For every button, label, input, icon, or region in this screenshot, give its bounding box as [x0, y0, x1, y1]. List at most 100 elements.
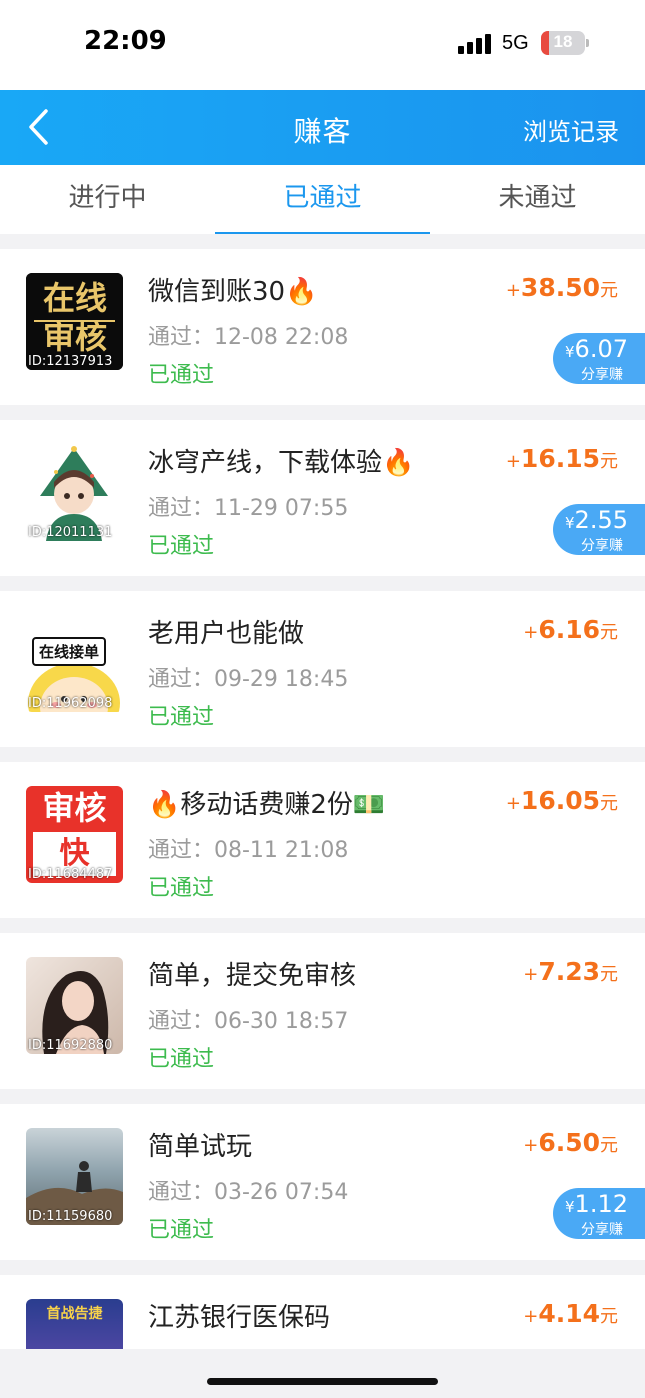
task-title: 微信到账30🔥	[148, 277, 318, 307]
battery-tip	[586, 39, 589, 47]
thumbnail-id: ID:12137913	[28, 354, 113, 369]
passed-time: 通过：08-11 21:08	[148, 838, 349, 863]
thumbnail-id: ID:11159680	[28, 1209, 113, 1224]
reward-unit: 元	[600, 1135, 618, 1156]
reward-amount: +6.50元	[523, 1128, 618, 1157]
share-value: 2.55	[574, 506, 628, 534]
task-title: 江苏银行医保码	[148, 1303, 331, 1333]
reward-unit: 元	[600, 451, 618, 472]
reward-amount: +16.15元	[506, 444, 618, 473]
share-earn-button[interactable]: ¥6.07 分享赚	[553, 333, 645, 384]
reward-value: 6.16	[538, 615, 600, 644]
thumbnail-logo-text: 首战告捷	[46, 1306, 103, 1322]
reward-value: 7.23	[538, 957, 600, 986]
reward-sign: +	[505, 793, 521, 814]
task-thumbnail: ID:12011131	[26, 444, 123, 541]
cellular-signal-icon	[458, 34, 492, 54]
reward-amount: +6.16元	[523, 615, 618, 644]
network-type: 5G	[502, 32, 529, 54]
home-indicator[interactable]	[207, 1378, 438, 1385]
status-label: 已通过	[148, 363, 215, 388]
task-card[interactable]: ID:12011131 冰穹产线，下载体验🔥 通过：11-29 07:55 已通…	[0, 420, 645, 576]
task-card[interactable]: 在线接单 ID:11962098 老用户也能做 通过：09-29 18:45 已…	[0, 591, 645, 747]
share-amount: ¥6.07	[565, 335, 628, 363]
status-label: 已通过	[148, 1047, 215, 1072]
task-title: 冰穹产线，下载体验🔥	[148, 448, 415, 478]
reward-unit: 元	[600, 622, 618, 643]
thumbnail-logo-text: 在线接单	[32, 637, 107, 666]
reward-unit: 元	[600, 280, 618, 301]
task-card[interactable]: ID:11692880 简单，提交免审核 通过：06-30 18:57 已通过 …	[0, 933, 645, 1089]
reward-sign: +	[505, 280, 521, 301]
passed-time: 通过：03-26 07:54	[148, 1180, 349, 1205]
reward-amount: +4.14元	[523, 1299, 618, 1328]
status-label: 已通过	[148, 876, 215, 901]
reward-unit: 元	[600, 964, 618, 985]
share-currency: ¥	[565, 1198, 575, 1216]
share-value: 6.07	[574, 335, 628, 363]
thumbnail-id: ID:11684487	[28, 867, 113, 882]
share-earn-button[interactable]: ¥1.12 分享赚	[553, 1188, 645, 1239]
status-bar: 22:09 5G 18	[0, 0, 645, 90]
share-earn-button[interactable]: ¥2.55 分享赚	[553, 504, 645, 555]
task-card[interactable]: 首战告捷 江苏银行医保码 +4.14元	[0, 1275, 645, 1349]
share-currency: ¥	[565, 514, 575, 532]
thumbnail-id: ID:11692880	[28, 1038, 113, 1053]
task-thumbnail: ID:11692880	[26, 957, 123, 1054]
passed-time: 通过：11-29 07:55	[148, 496, 349, 521]
share-label: 分享赚	[581, 1222, 623, 1238]
reward-value: 38.50	[520, 273, 600, 302]
thumbnail-logo-text: 在线审核	[42, 279, 107, 356]
thumbnail-id: ID:12011131	[28, 525, 113, 540]
share-amount: ¥1.12	[565, 1190, 628, 1218]
task-thumbnail: 审核 快 ID:11684487	[26, 786, 123, 883]
reward-value: 4.14	[538, 1299, 600, 1328]
status-time: 22:09	[84, 26, 167, 56]
task-title: 简单，提交免审核	[148, 961, 357, 991]
task-title: 简单试玩	[148, 1132, 253, 1162]
reward-amount: +7.23元	[523, 957, 618, 986]
task-title: 老用户也能做	[148, 619, 305, 649]
status-label: 已通过	[148, 534, 215, 559]
tab-passed[interactable]: 已通过	[215, 165, 430, 234]
nav-bar: 赚客 浏览记录	[0, 90, 645, 165]
task-thumbnail: 首战告捷	[26, 1299, 123, 1349]
status-label: 已通过	[148, 1218, 215, 1243]
browse-history-button[interactable]: 浏览记录	[523, 112, 619, 147]
passed-time: 通过：06-30 18:57	[148, 1009, 349, 1034]
tab-in-progress[interactable]: 进行中	[0, 165, 215, 234]
reward-unit: 元	[600, 793, 618, 814]
reward-sign: +	[523, 1135, 539, 1156]
task-card[interactable]: ID:11159680 简单试玩 通过：03-26 07:54 已通过 +6.5…	[0, 1104, 645, 1260]
reward-sign: +	[505, 451, 521, 472]
passed-time: 通过：12-08 22:08	[148, 325, 349, 350]
reward-sign: +	[523, 1306, 539, 1327]
share-amount: ¥2.55	[565, 506, 628, 534]
passed-time: 通过：09-29 18:45	[148, 667, 349, 692]
reward-value: 16.15	[520, 444, 600, 473]
reward-value: 6.50	[538, 1128, 600, 1157]
task-card[interactable]: 在线审核 ID:12137913 微信到账30🔥 通过：12-08 22:08 …	[0, 249, 645, 405]
battery-icon: 18	[541, 31, 585, 55]
task-thumbnail: ID:11159680	[26, 1128, 123, 1225]
reward-amount: +38.50元	[506, 273, 618, 302]
task-thumbnail: 在线审核 ID:12137913	[26, 273, 123, 370]
status-tabs: 进行中 已通过 未通过	[0, 165, 645, 234]
task-card[interactable]: 审核 快 ID:11684487 🔥移动话费赚2份💵 通过：08-11 21:0…	[0, 762, 645, 918]
reward-sign: +	[523, 964, 539, 985]
task-title: 🔥移动话费赚2份💵	[148, 790, 386, 820]
share-currency: ¥	[565, 343, 575, 361]
tab-rejected[interactable]: 未通过	[430, 165, 645, 234]
reward-value: 16.05	[520, 786, 600, 815]
thumbnail-logo-text-top: 审核	[42, 789, 107, 827]
reward-amount: +16.05元	[506, 786, 618, 815]
share-label: 分享赚	[581, 367, 623, 383]
thumbnail-id: ID:11962098	[28, 696, 113, 711]
reward-sign: +	[523, 622, 539, 643]
status-label: 已通过	[148, 705, 215, 730]
share-value: 1.12	[574, 1190, 628, 1218]
task-thumbnail: 在线接单 ID:11962098	[26, 615, 123, 712]
share-label: 分享赚	[581, 538, 623, 554]
battery-level: 18	[553, 32, 573, 51]
task-list: 在线审核 ID:12137913 微信到账30🔥 通过：12-08 22:08 …	[0, 249, 645, 1349]
